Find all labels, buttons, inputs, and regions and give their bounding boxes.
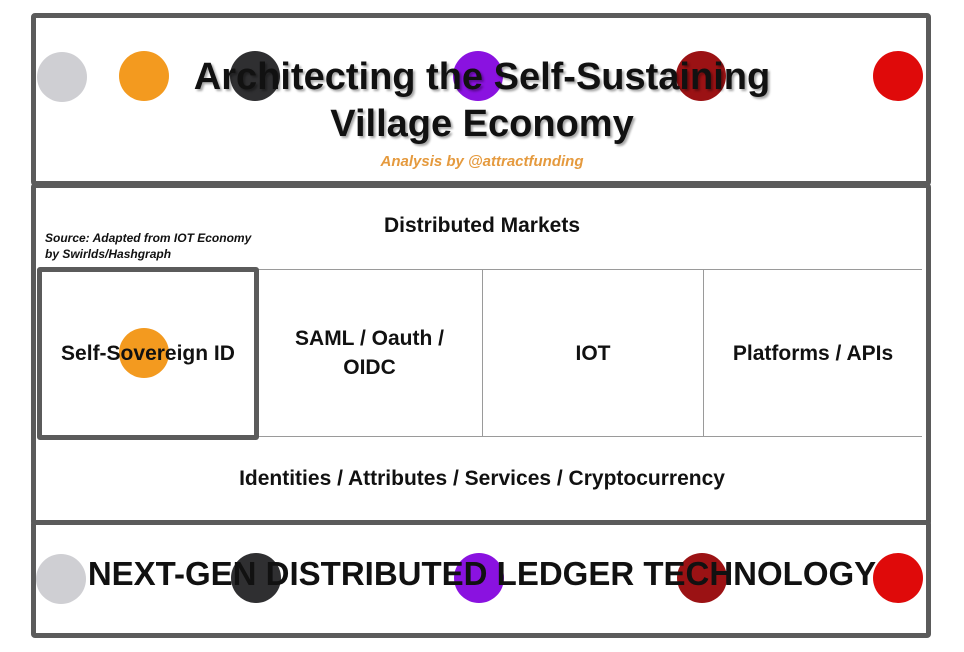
subtitle: Analysis by @attractfunding (380, 153, 584, 170)
base-layer-label: Identities / Attributes / Services / Cry… (239, 467, 725, 490)
source-note: Source: Adapted from IOT Economy by Swir… (45, 231, 252, 261)
cell-iot: IOT (575, 341, 611, 365)
cell-saml-oauth-oidc: SAML / Oauth / OIDC (295, 327, 444, 379)
page-title-line-2: Village Economy (330, 103, 634, 145)
cell-self-sovereign-id: Self-Sovereign ID (61, 342, 235, 365)
page-title: Architecting the Self-Sustaining (193, 56, 771, 98)
foundation-label: NEXT-GEN DISTRIBUTED LEDGER TECHNOLOGY (87, 555, 877, 592)
cell-platforms-apis: Platforms / APIs (732, 341, 894, 365)
